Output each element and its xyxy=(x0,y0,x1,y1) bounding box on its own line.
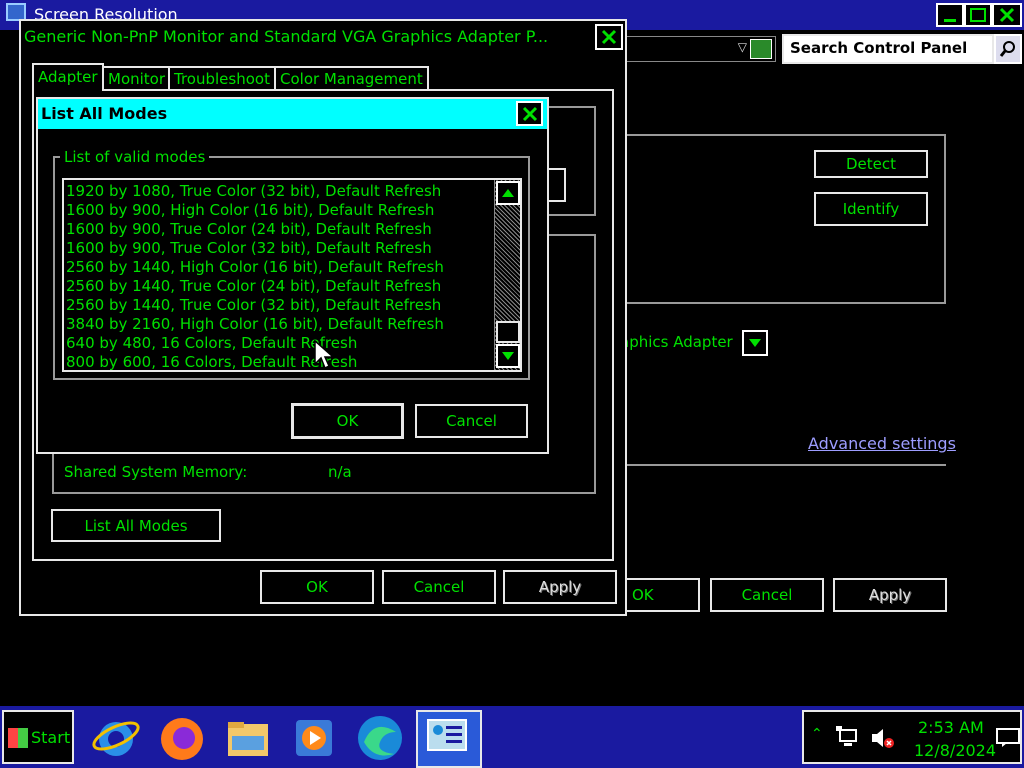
media-player-icon[interactable] xyxy=(288,712,340,764)
properties-cancel-button[interactable]: Cancel xyxy=(382,570,496,604)
internet-explorer-icon[interactable] xyxy=(90,712,142,764)
refresh-icon[interactable] xyxy=(750,39,772,59)
tab-adapter[interactable]: Adapter xyxy=(32,63,104,91)
close-window-button[interactable] xyxy=(992,3,1022,27)
properties-apply-button[interactable]: Apply xyxy=(503,570,617,604)
chevron-down-icon xyxy=(502,352,514,360)
properties-close-button[interactable] xyxy=(595,24,623,50)
minimize-button[interactable] xyxy=(936,3,964,27)
list-item[interactable]: 1920 by 1080, True Color (32 bit), Defau… xyxy=(66,182,492,201)
tab-color-management[interactable]: Color Management xyxy=(274,66,429,90)
list-modes-title: List All Modes xyxy=(41,104,168,123)
valid-modes-group-label: List of valid modes xyxy=(60,148,210,166)
volume-muted-icon[interactable] xyxy=(870,726,896,750)
shared-memory-label: Shared System Memory: xyxy=(64,463,248,481)
list-item[interactable]: 1600 by 900, True Color (24 bit), Defaul… xyxy=(66,220,492,239)
clock-date[interactable]: 12/8/2024 xyxy=(914,741,996,760)
search-placeholder: Search Control Panel xyxy=(790,39,968,57)
bg-cancel-button[interactable]: Cancel xyxy=(710,578,824,612)
list-modes-titlebar: List All Modes xyxy=(38,99,547,129)
close-icon xyxy=(999,7,1015,23)
list-item[interactable]: 640 by 480, 16 Colors, Default Refresh xyxy=(66,334,492,353)
search-button[interactable] xyxy=(994,34,1022,64)
mouse-cursor-icon xyxy=(314,340,334,370)
modes-listbox[interactable]: 1920 by 1080, True Color (32 bit), Defau… xyxy=(62,178,522,372)
properties-title: Generic Non-PnP Monitor and Standard VGA… xyxy=(24,27,549,46)
address-dropdown-icon[interactable]: ▽ xyxy=(738,40,747,54)
start-button[interactable]: Start xyxy=(2,710,74,764)
identify-button[interactable]: Identify xyxy=(814,192,928,226)
display-select-value: aphics Adapter xyxy=(620,333,733,351)
list-modes-close-button[interactable] xyxy=(516,101,543,126)
search-icon xyxy=(999,41,1015,57)
edge-icon[interactable] xyxy=(354,712,406,764)
close-icon xyxy=(522,106,537,121)
modes-cancel-button[interactable]: Cancel xyxy=(415,404,528,438)
scroll-thumb[interactable] xyxy=(496,321,520,343)
properties-titlebar: Generic Non-PnP Monitor and Standard VGA… xyxy=(21,21,625,53)
modes-ok-button[interactable]: OK xyxy=(291,403,404,439)
network-icon[interactable] xyxy=(836,726,860,750)
start-label: Start xyxy=(31,728,71,747)
scroll-up-button[interactable] xyxy=(496,181,520,205)
advanced-settings-link[interactable]: Advanced settings xyxy=(808,434,956,453)
windows-logo-icon xyxy=(8,728,28,748)
list-item[interactable]: 2560 by 1440, True Color (32 bit), Defau… xyxy=(66,296,492,315)
minimize-icon xyxy=(944,18,956,22)
list-item[interactable]: 1600 by 900, High Color (16 bit), Defaul… xyxy=(66,201,492,220)
search-control-panel-input[interactable]: Search Control Panel xyxy=(782,34,994,64)
detect-button[interactable]: Detect xyxy=(814,150,928,178)
scroll-down-button[interactable] xyxy=(496,344,520,368)
bg-apply-button[interactable]: Apply xyxy=(833,578,947,612)
firefox-icon[interactable] xyxy=(156,712,208,764)
clock-time[interactable]: 2:53 AM xyxy=(918,718,984,737)
bg-ok-button[interactable]: OK xyxy=(624,578,700,612)
chevron-down-icon xyxy=(749,339,761,347)
list-item[interactable]: 1600 by 900, True Color (32 bit), Defaul… xyxy=(66,239,492,258)
properties-ok-button[interactable]: OK xyxy=(260,570,374,604)
maximize-button[interactable] xyxy=(964,3,992,27)
action-center-icon[interactable] xyxy=(996,728,1020,748)
system-tray: ⌃ 2:53 AM 12/8/2024 xyxy=(802,710,1022,764)
show-hidden-icons-icon[interactable]: ⌃ xyxy=(811,726,823,742)
shared-memory-value: n/a xyxy=(328,463,352,481)
list-all-modes-button[interactable]: List All Modes xyxy=(51,509,221,542)
file-explorer-icon[interactable] xyxy=(222,712,274,764)
tab-monitor[interactable]: Monitor xyxy=(102,66,172,90)
modes-scrollbar[interactable] xyxy=(494,180,520,370)
list-item[interactable]: 3840 by 2160, High Color (16 bit), Defau… xyxy=(66,315,492,334)
list-item[interactable]: 2560 by 1440, High Color (16 bit), Defau… xyxy=(66,258,492,277)
list-item[interactable]: 800 by 600, 16 Colors, Default Refresh xyxy=(66,353,492,370)
display-dropdown-button[interactable] xyxy=(742,330,768,356)
restore-icon xyxy=(970,8,986,22)
display-select[interactable]: aphics Adapter xyxy=(620,330,770,356)
divider-line xyxy=(626,464,946,466)
list-item[interactable]: 2560 by 1440, True Color (24 bit), Defau… xyxy=(66,277,492,296)
tab-troubleshoot[interactable]: Troubleshoot xyxy=(168,66,276,90)
control-panel-icon[interactable] xyxy=(416,710,482,768)
close-icon xyxy=(601,29,617,45)
chevron-up-icon xyxy=(502,189,514,197)
